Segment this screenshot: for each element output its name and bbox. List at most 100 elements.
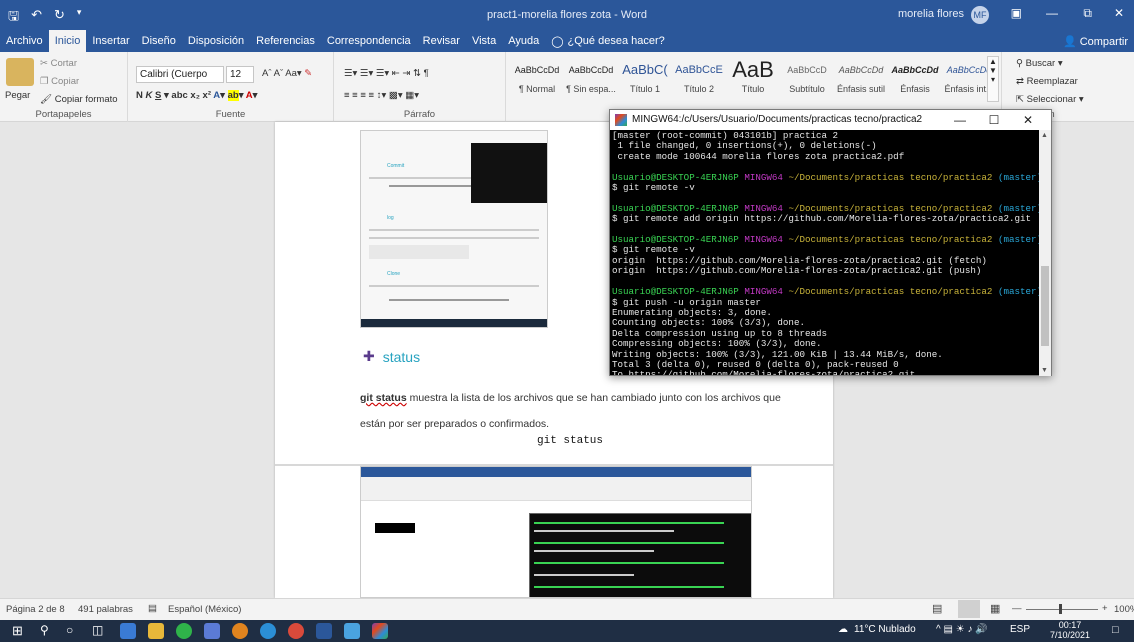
status-code: git status [537, 435, 604, 447]
search-icon[interactable]: ⚲ [40, 623, 49, 637]
style-enfasis-sutil[interactable]: AaBbCcDd Énfasis sutil [834, 56, 888, 102]
styles-scroll[interactable]: ▲ ▼ ▾ [987, 56, 999, 102]
style-normal[interactable]: AaBbCcDd ¶ Normal [510, 56, 564, 102]
task-view-icon[interactable]: ◫ [92, 623, 103, 637]
clock-date: 7/10/2021 [1050, 630, 1091, 640]
inner-output-line [534, 550, 654, 552]
font-name-select[interactable]: Calibri (Cuerpo [136, 66, 224, 83]
zoom-level[interactable]: 100% [1114, 604, 1134, 615]
style-titulo[interactable]: AaB Título [726, 56, 780, 102]
cut-button[interactable]: ✂ Cortar [40, 58, 77, 69]
replace-label: Reemplazar [1026, 76, 1078, 87]
terminal-minimize-icon[interactable]: — [945, 110, 975, 130]
tab-referencias[interactable]: Referencias [250, 30, 321, 52]
tab-correspondencia[interactable]: Correspondencia [321, 30, 417, 52]
style-preview: AaB [732, 57, 774, 82]
paragraph-group: ☰▾ ☰▾ ☰▾ ⇤ ⇥ ⇅ ¶ ≡ ≡ ≡ ≡ ↕▾ ▩▾ ▦▾ Párraf… [334, 52, 506, 122]
whatsapp-icon[interactable] [176, 623, 192, 639]
terminal-close-icon[interactable]: ✕ [1013, 110, 1043, 130]
inner-text-line [369, 285, 539, 287]
word-icon[interactable] [316, 623, 332, 639]
close-icon[interactable]: ✕ [1114, 6, 1124, 20]
clock[interactable]: 00:17 7/10/2021 [1050, 620, 1090, 640]
tab-archivo[interactable]: Archivo [0, 30, 49, 52]
terminal-maximize-icon[interactable]: ☐ [979, 110, 1009, 130]
style-titulo-1[interactable]: AaBbC(Título 1 [618, 56, 672, 102]
editing-label: ión [1042, 109, 1134, 120]
taskbar: ⊞ ⚲ ○ ◫ ☁ 11°C Nublado ^ ▤ ☀ ♪ 🔊 ESP 00:… [0, 620, 1134, 642]
font-size-select[interactable]: 12 [226, 66, 254, 83]
scroll-up-icon[interactable]: ▲ [1041, 132, 1048, 139]
format-buttons[interactable]: N K S ▾ abc x₂ x² A▾ ab▾ A▾ [136, 90, 257, 101]
font-size-buttons[interactable]: Aˆ Aˇ Aa▾ ✎ [262, 68, 312, 79]
select-label: Seleccionar [1026, 94, 1077, 105]
read-mode-icon[interactable]: ▤ [932, 602, 942, 615]
weather-text[interactable]: 11°C Nublado [854, 624, 916, 635]
tell-me-input[interactable]: ¿Qué desea hacer? [568, 35, 665, 47]
word-count[interactable]: 491 palabras [78, 604, 133, 615]
inner-commit-heading: Commit [387, 163, 405, 169]
weather-icon[interactable]: ☁ [838, 624, 848, 635]
user-name[interactable]: morelia flores [898, 8, 964, 20]
inner-log-heading: log [387, 215, 394, 221]
zoom-app-icon[interactable] [204, 623, 220, 639]
zoom-out-icon[interactable]: — [1012, 603, 1022, 614]
cortana-icon[interactable]: ○ [66, 623, 73, 637]
style-subtitulo[interactable]: AaBbCcD Subtítulo [780, 56, 834, 102]
language[interactable]: Español (México) [168, 604, 241, 615]
print-layout-icon[interactable] [958, 600, 980, 618]
tab-inicio[interactable]: Inicio [48, 30, 87, 52]
inner-prompt-line [534, 522, 724, 524]
input-language[interactable]: ESP [1010, 624, 1030, 635]
photos-icon[interactable] [344, 623, 360, 639]
tab-diseno[interactable]: Diseño [136, 30, 182, 52]
select-button[interactable]: ⇱ Seleccionar ▾ [1016, 94, 1084, 105]
style-sin-espaciado[interactable]: AaBbCcDd ¶ Sin espa... [564, 56, 618, 102]
format-painter-button[interactable]: 🖌 Copiar formato [40, 94, 118, 105]
tab-revisar[interactable]: Revisar [417, 30, 466, 52]
git-bash-taskbar-icon[interactable] [372, 623, 388, 639]
tab-disposicion[interactable]: Disposición [182, 30, 250, 52]
web-layout-icon[interactable]: ▦ [990, 602, 1000, 615]
paste-button[interactable]: Pegar [5, 90, 30, 101]
paste-icon[interactable] [6, 58, 34, 86]
style-preview: AaBbCcE [675, 64, 723, 76]
avatar[interactable]: MF [971, 6, 989, 24]
list-buttons[interactable]: ☰▾ ☰▾ ☰▾ ⇤ ⇥ ⇅ ¶ [344, 68, 429, 79]
scroll-thumb[interactable] [1041, 266, 1049, 346]
edge-icon[interactable] [260, 623, 276, 639]
zoom-in-icon[interactable]: + [1102, 603, 1108, 614]
notifications-icon[interactable]: □ [1112, 624, 1119, 636]
find-button[interactable]: ⚲ Buscar ▾ [1016, 58, 1063, 69]
terminal-line: origin https://github.com/Morelia-flores… [612, 265, 982, 277]
minimize-icon[interactable]: — [1046, 6, 1058, 20]
terminal-output[interactable]: [master (root-commit) 043101b] practica … [612, 131, 1040, 375]
style-titulo-2[interactable]: AaBbCcE Título 2 [672, 56, 726, 102]
ribbon-display-icon[interactable]: ▣ [1011, 6, 1022, 20]
windows-start-icon[interactable]: ⊞ [12, 623, 23, 639]
copy-button[interactable]: ❐ Copiar [40, 76, 79, 87]
align-buttons[interactable]: ≡ ≡ ≡ ≡ ↕▾ ▩▾ ▦▾ [344, 90, 419, 101]
style-name: Título [741, 84, 765, 94]
replace-button[interactable]: ⇄ Reemplazar [1016, 76, 1078, 87]
restore-icon[interactable]: ⧉ [1083, 6, 1092, 21]
page-count[interactable]: Página 2 de 8 [6, 604, 65, 615]
tablet-icon[interactable] [120, 623, 136, 639]
terminal-window[interactable]: MINGW64:/c/Users/Usuario/Documents/pract… [609, 109, 1052, 376]
firefox-icon[interactable] [232, 623, 248, 639]
tab-ayuda[interactable]: Ayuda [502, 30, 545, 52]
terminal-scrollbar[interactable]: ▲ ▼ [1039, 130, 1051, 376]
share-button[interactable]: 👤 Compartir [1063, 35, 1128, 48]
inner-text-line [369, 177, 479, 179]
proofing-icon[interactable]: ▤ [148, 603, 157, 614]
tab-insertar[interactable]: Insertar [86, 30, 135, 52]
style-enfasis[interactable]: AaBbCcDd Énfasis [888, 56, 942, 102]
zoom-slider[interactable] [1026, 609, 1098, 610]
file-explorer-icon[interactable] [148, 623, 164, 639]
inner-ribbon [361, 477, 751, 501]
scroll-down-icon[interactable]: ▼ [1041, 367, 1048, 374]
tab-vista[interactable]: Vista [466, 30, 502, 52]
zoom-thumb[interactable] [1059, 604, 1062, 614]
tray-icons[interactable]: ^ ▤ ☀ ♪ 🔊 [936, 624, 988, 635]
chrome-icon[interactable] [288, 623, 304, 639]
